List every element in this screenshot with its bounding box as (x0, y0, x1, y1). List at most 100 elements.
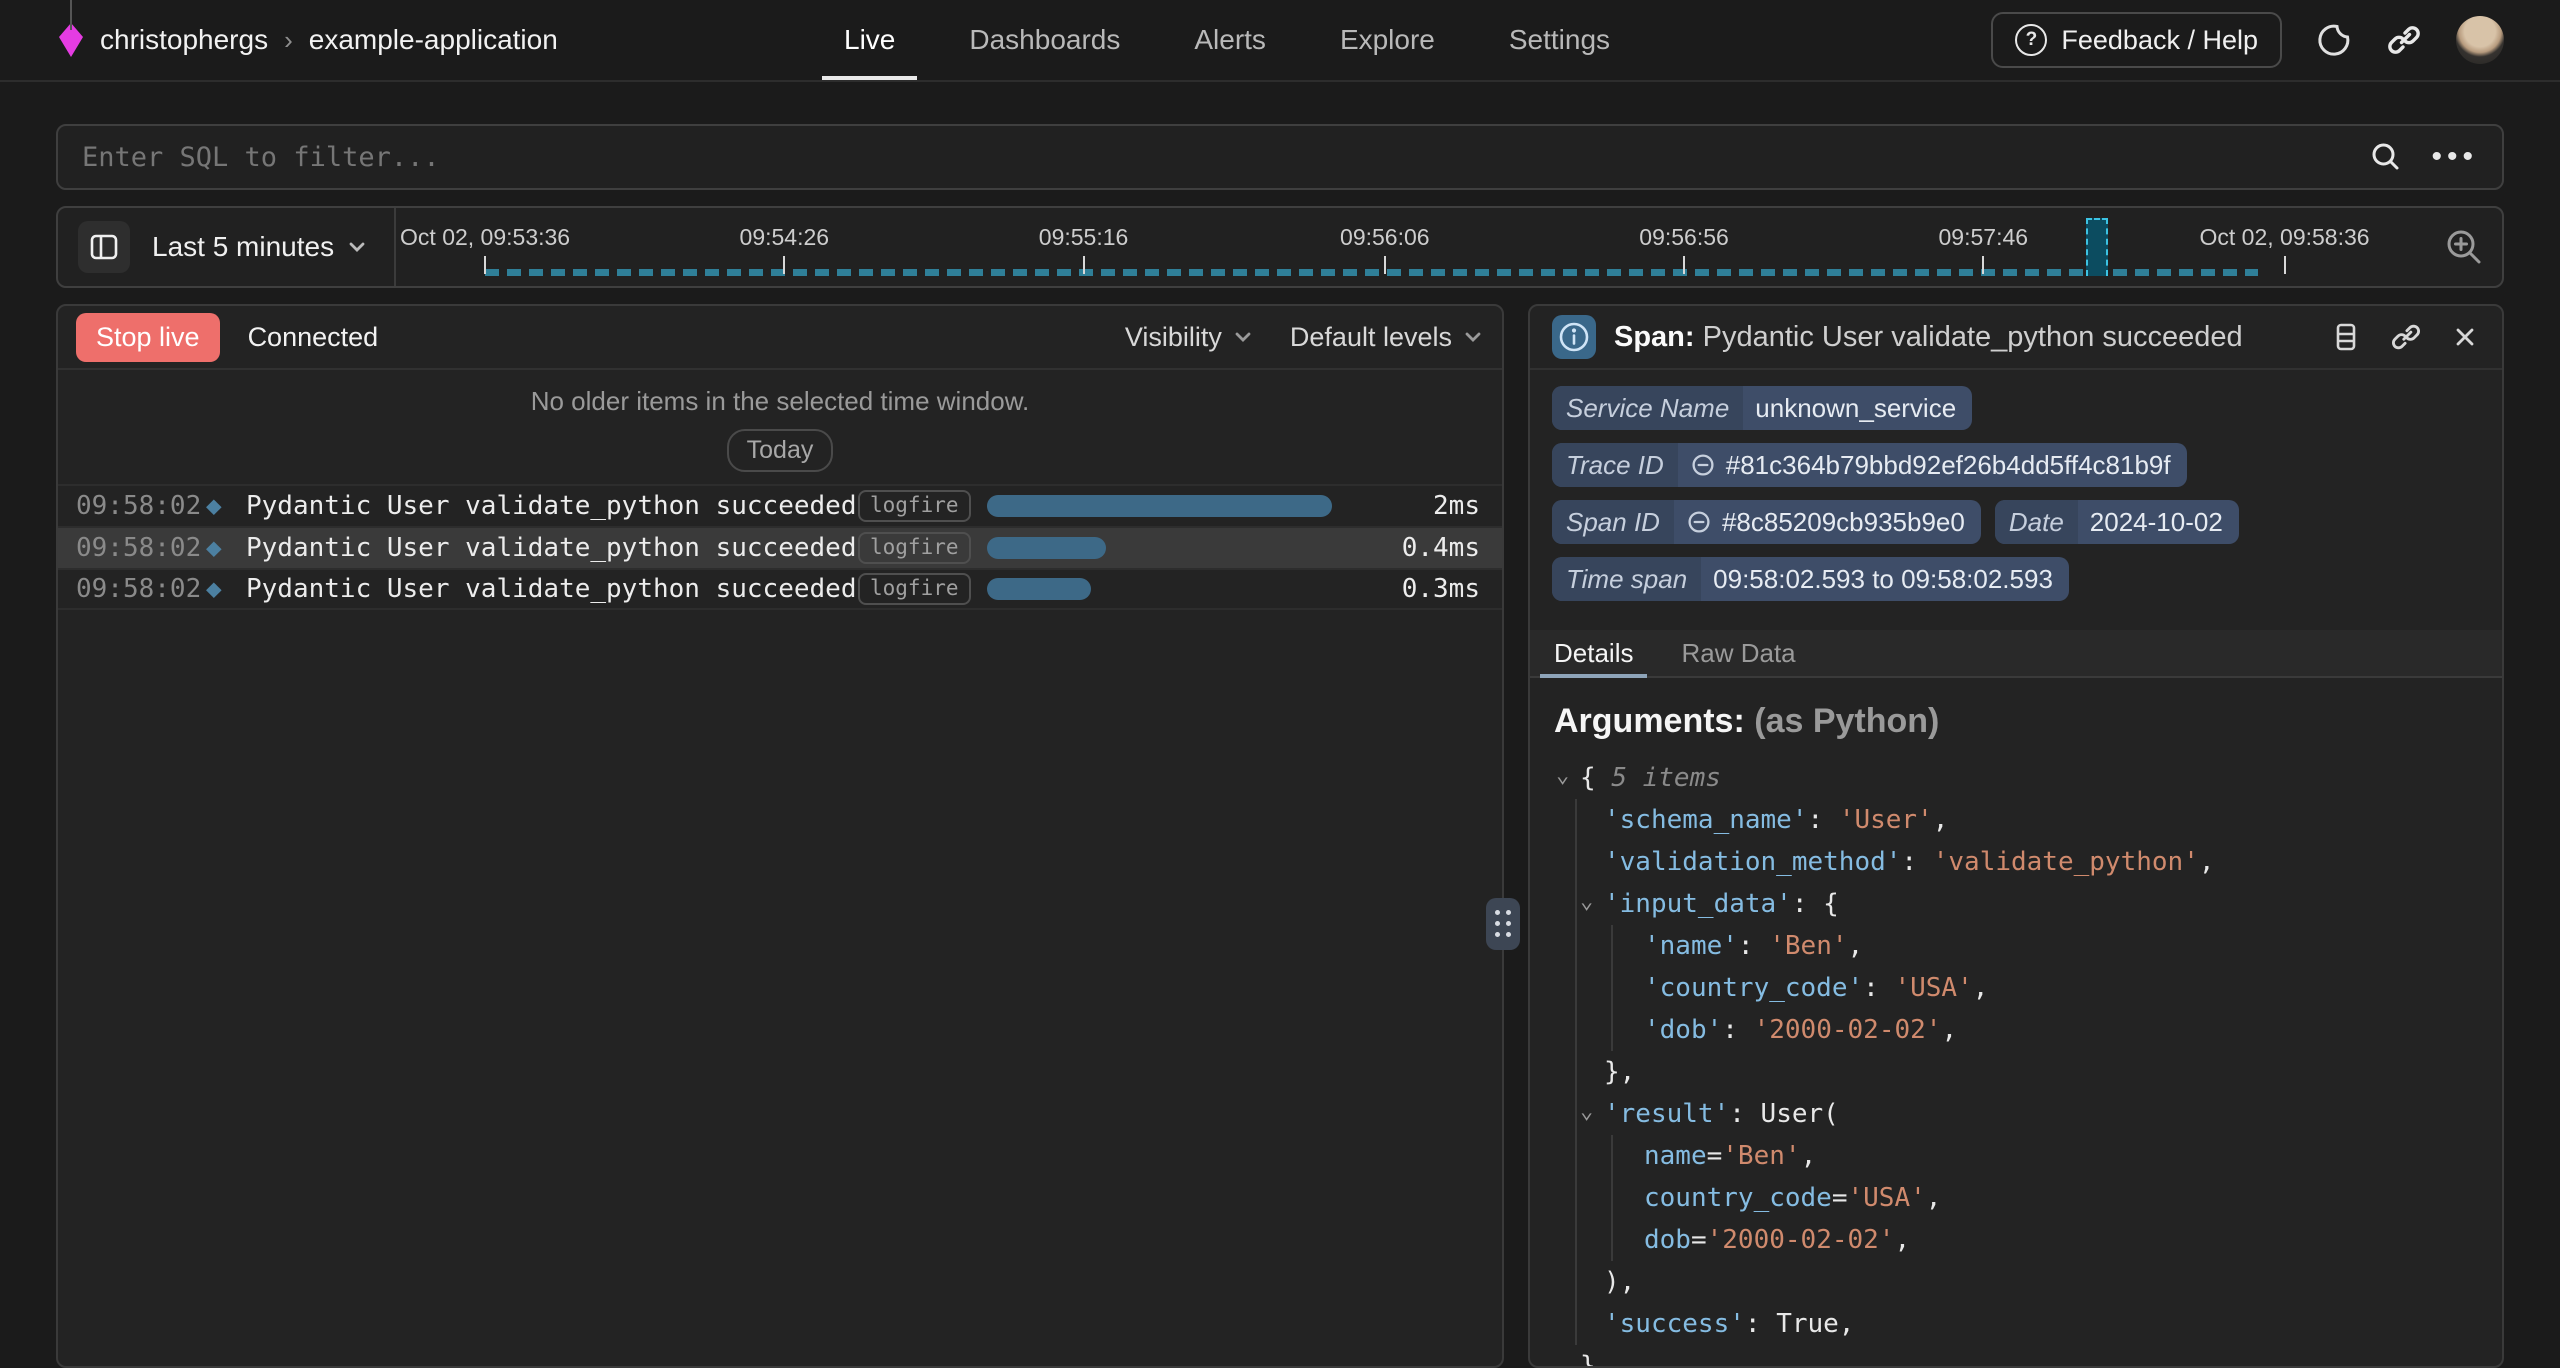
code-line: name='Ben', (1554, 1135, 2478, 1177)
indent-guide (1611, 1177, 1613, 1219)
main-content: Enter SQL to filter... ••• Last 5 minute… (0, 124, 2560, 1368)
today-button[interactable]: Today (727, 429, 834, 472)
breadcrumb-org[interactable]: christophergs (100, 24, 268, 56)
row-duration-value: 2ms (1433, 491, 1480, 521)
code-token: , (1801, 1141, 1817, 1171)
code-token: '2000-02-02' (1754, 1015, 1942, 1045)
table-row[interactable]: 09:58:02◆Pydantic User validate_python s… (58, 526, 1502, 568)
tab-dashboards[interactable]: Dashboards (947, 0, 1142, 80)
code-token: 5 items (1611, 763, 1721, 793)
more-options-icon[interactable]: ••• (2431, 142, 2478, 172)
indent-guide (1611, 925, 1613, 967)
tab-explore[interactable]: Explore (1318, 0, 1457, 80)
badge-value: #8c85209cb935b9e0 (1674, 500, 1981, 544)
search-icon[interactable] (2369, 140, 2403, 174)
code-token: dob (1644, 1225, 1691, 1255)
arguments-subheading: (as Python) (1754, 702, 1939, 740)
collapse-chevron-icon[interactable]: ⌄ (1580, 881, 1593, 923)
table-row[interactable]: 09:58:02◆Pydantic User validate_python s… (58, 484, 1502, 526)
breadcrumb-separator-icon: › (284, 25, 293, 56)
timeline-zoom-in-icon[interactable] (2442, 225, 2486, 269)
sql-filter-bar[interactable]: Enter SQL to filter... ••• (56, 124, 2504, 190)
panels-container: Stop live Connected Visibility Default l… (56, 304, 2504, 1368)
info-circle-icon (1552, 315, 1596, 359)
code-token: 'success' (1604, 1309, 1745, 1339)
code-token: } (1580, 1351, 1596, 1366)
indent-guide (1611, 1135, 1613, 1177)
empty-window-message: No older items in the selected time wind… (58, 386, 1502, 417)
code-token: 'input_data' (1604, 889, 1792, 919)
span-id-badge[interactable]: Span ID #8c85209cb935b9e0 (1552, 500, 1981, 544)
empty-window-notice: No older items in the selected time wind… (58, 370, 1502, 472)
breadcrumb-project[interactable]: example-application (309, 24, 558, 56)
sql-filter-input[interactable]: Enter SQL to filter... (82, 142, 2369, 173)
code-token: , (1933, 805, 1949, 835)
chevron-down-icon (1462, 326, 1484, 348)
span-title-text: Pydantic User validate_python succeeded (1703, 321, 2243, 353)
row-message: Pydantic User validate_python succeeded (246, 574, 858, 604)
link-icon (1686, 509, 1712, 535)
code-line: 'name': 'Ben', (1554, 925, 2478, 967)
theme-toggle-moon-icon[interactable] (2316, 22, 2352, 58)
code-token: 'Ben' (1769, 931, 1847, 961)
table-row[interactable]: 09:58:02◆Pydantic User validate_python s… (58, 568, 1502, 610)
indent-guide (1611, 1009, 1613, 1051)
logfire-tag: logfire (858, 532, 971, 563)
close-icon[interactable] (2450, 322, 2480, 352)
timeline-tick-label: 09:56:06 (1340, 224, 1430, 251)
link-icon (1690, 452, 1716, 478)
timeline-tick-label: Oct 02, 09:58:36 (2200, 224, 2370, 251)
logo-string-line (70, 0, 72, 30)
indent-guide (1575, 1135, 1577, 1177)
span-diamond-icon: ◆ (206, 574, 246, 604)
collapse-chevron-icon[interactable]: ⌄ (1556, 755, 1569, 797)
time-range-bar: Last 5 minutes Oct 02, 09:53:3609:54:260… (56, 206, 2504, 288)
code-line: 'schema_name': 'User', (1554, 799, 2478, 841)
top-navigation-bar: christophergs › example-application Live… (0, 0, 2560, 82)
dock-panel-icon[interactable] (2330, 321, 2362, 353)
tab-details[interactable]: Details (1540, 630, 1647, 676)
feedback-help-button[interactable]: ? Feedback / Help (1991, 12, 2282, 68)
code-token: { (1580, 763, 1611, 793)
badge-label: Trace ID (1552, 443, 1678, 487)
row-duration-track: 2ms (987, 486, 1484, 526)
user-avatar[interactable] (2456, 16, 2504, 64)
default-levels-dropdown[interactable]: Default levels (1290, 322, 1484, 353)
tab-alerts[interactable]: Alerts (1172, 0, 1288, 80)
timeline-histogram[interactable]: Oct 02, 09:53:3609:54:2609:55:1609:56:06… (396, 208, 2418, 286)
code-token: = (1832, 1183, 1848, 1213)
visibility-label: Visibility (1125, 322, 1222, 353)
code-token: 'name' (1644, 931, 1738, 961)
code-line: }, (1554, 1051, 2478, 1093)
tab-settings[interactable]: Settings (1487, 0, 1632, 80)
tab-live[interactable]: Live (822, 0, 917, 80)
row-duration-bar (987, 495, 1333, 517)
code-token: 'USA' (1894, 973, 1972, 1003)
time-range-select[interactable]: Last 5 minutes (152, 231, 368, 263)
code-token: , (1926, 1183, 1942, 1213)
visibility-dropdown[interactable]: Visibility (1125, 322, 1254, 353)
sidebar-toggle-button[interactable] (78, 221, 130, 273)
timeline-tick-mark (783, 256, 785, 274)
code-token: 'validate_python' (1933, 847, 2199, 877)
code-token: ), (1604, 1267, 1635, 1297)
share-link-icon[interactable] (2386, 22, 2422, 58)
collapse-chevron-icon[interactable]: ⌄ (1580, 1091, 1593, 1133)
timeline-tick-label: 09:55:16 (1039, 224, 1129, 251)
code-line: 'country_code': 'USA', (1554, 967, 2478, 1009)
copy-link-icon[interactable] (2390, 321, 2422, 353)
stop-live-button[interactable]: Stop live (76, 313, 220, 362)
trace-id-badge[interactable]: Trace ID #81c364b79bbd92ef26b4dd5ff4c81b… (1552, 443, 2187, 487)
panel-resize-handle[interactable] (1486, 898, 1520, 950)
timeline-tick-mark (1083, 256, 1085, 274)
indent-guide (1575, 1051, 1577, 1093)
arguments-heading: Arguments: (as Python) (1554, 702, 2478, 741)
code-line: country_code='USA', (1554, 1177, 2478, 1219)
logfire-tag: logfire (858, 490, 971, 521)
span-detail-header: Span: Pydantic User validate_python succ… (1530, 306, 2502, 370)
span-diamond-icon: ◆ (206, 491, 246, 521)
feedback-help-label: Feedback / Help (2061, 25, 2258, 56)
question-circle-icon: ? (2015, 24, 2047, 56)
row-duration-value: 0.3ms (1402, 574, 1480, 604)
tab-raw-data[interactable]: Raw Data (1667, 630, 1809, 676)
